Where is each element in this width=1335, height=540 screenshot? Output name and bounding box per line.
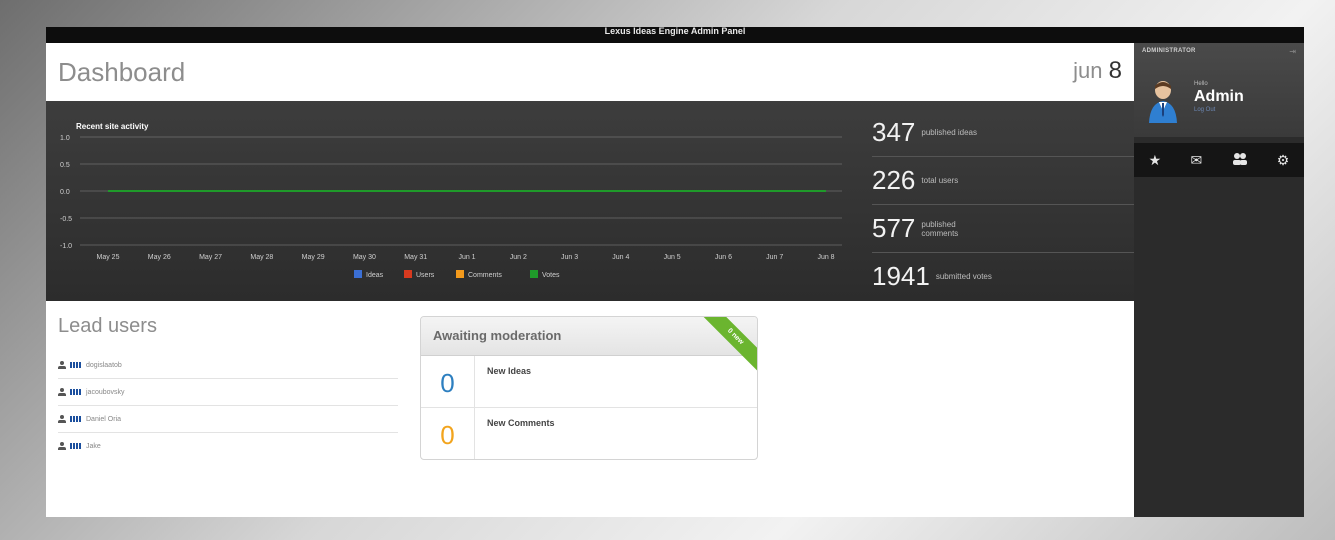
- y-tick-label: 0.0: [60, 189, 70, 196]
- y-tick-label: 0.5: [60, 162, 70, 169]
- stat-value: 1941: [872, 261, 930, 291]
- mail-icon[interactable]: ✉: [1190, 152, 1202, 169]
- legend-swatch: [354, 270, 362, 278]
- lead-user-name[interactable]: Daniel Oria: [86, 416, 121, 423]
- x-tick-label: Jun 4: [612, 254, 629, 261]
- moderation-count: 0: [421, 356, 475, 407]
- x-tick-label: May 30: [353, 254, 376, 261]
- x-tick-label: May 31: [404, 254, 427, 261]
- users-icon[interactable]: [1232, 152, 1248, 169]
- page-title: Dashboard: [58, 57, 186, 87]
- rank-bars: [70, 416, 82, 422]
- activity-chart: Recent site activity 1.0 0.5 0.0 -0.5 -1.0 Ma…: [60, 122, 842, 279]
- x-tick-label: Jun 8: [817, 254, 834, 261]
- legend-label: Comments: [468, 272, 502, 279]
- rank-bars: [70, 443, 82, 449]
- date-day: 8: [1108, 57, 1122, 84]
- list-item[interactable]: dogislaatob: [58, 352, 398, 379]
- stat-label: submitted votes: [935, 272, 992, 281]
- sidebar-icon-bar: ★ ✉ ⚙: [1134, 143, 1304, 177]
- list-item[interactable]: Jake: [58, 433, 398, 459]
- stat-published-ideas: 347 published ideas: [872, 109, 1134, 157]
- logout-link[interactable]: Log Out: [1194, 107, 1215, 113]
- legend-swatch: [404, 270, 412, 278]
- x-tick-label: Jun 3: [561, 254, 578, 261]
- user-icon: [58, 361, 66, 369]
- stat-label: published ideas: [921, 128, 977, 137]
- moderation-panel: Awaiting moderation 0 new 0 New Ideas 0 …: [420, 316, 758, 460]
- x-tick-label: May 26: [148, 254, 171, 261]
- user-icon: [58, 388, 66, 396]
- app-title: Lexus Ideas Engine Admin Panel: [46, 27, 1304, 43]
- admin-box: ADMINISTRATOR ⇥ Hello Admin Log Out: [1134, 43, 1304, 137]
- list-item[interactable]: jacoubovsky: [58, 379, 398, 406]
- y-tick-label: -0.5: [60, 216, 72, 223]
- user-icon: [58, 415, 66, 423]
- activity-panel: Recent site activity 1.0 0.5 0.0 -0.5 -1.0 Ma…: [46, 101, 1134, 301]
- stat-value: 226: [872, 165, 916, 195]
- legend-label: Ideas: [366, 272, 384, 279]
- x-tick-label: Jun 7: [766, 254, 783, 261]
- avatar: [1149, 81, 1177, 123]
- lead-user-name[interactable]: Jake: [86, 443, 101, 450]
- lead-user-name[interactable]: dogislaatob: [86, 362, 122, 369]
- hello-text: Hello: [1194, 81, 1208, 87]
- legend-swatch: [456, 270, 464, 278]
- role-label: ADMINISTRATOR: [1142, 48, 1196, 54]
- moderation-title: Awaiting moderation: [421, 317, 757, 356]
- lead-users-panel: Lead users dogislaatob jacoubovsky Danie…: [58, 315, 398, 459]
- stat-value: 577: [872, 213, 916, 243]
- app-frame: Lexus Ideas Engine Admin Panel Dashboard…: [46, 27, 1304, 517]
- exit-icon[interactable]: ⇥: [1289, 47, 1296, 56]
- x-tick-label: May 29: [302, 254, 325, 261]
- current-date: jun 8: [1073, 57, 1122, 85]
- x-tick-label: Jun 6: [715, 254, 732, 261]
- sidebar: ADMINISTRATOR ⇥ Hello Admin Log Out ★ ✉ …: [1134, 43, 1304, 517]
- page-header: Dashboard jun 8: [46, 43, 1134, 101]
- legend-label: Votes: [542, 272, 560, 279]
- user-icon: [58, 442, 66, 450]
- legend-label: Users: [416, 272, 435, 279]
- lead-users-title: Lead users: [58, 315, 157, 337]
- chart-title: Recent site activity: [76, 122, 149, 131]
- stat-submitted-votes: 1941 submitted votes: [872, 253, 1134, 300]
- date-month: jun: [1073, 58, 1103, 83]
- legend-swatch: [530, 270, 538, 278]
- stat-published-comments: 577 published comments: [872, 205, 1134, 253]
- x-tick-label: May 27: [199, 254, 222, 261]
- star-icon[interactable]: ★: [1149, 152, 1162, 169]
- moderation-label[interactable]: New Comments: [475, 408, 555, 459]
- admin-name: Admin: [1194, 88, 1244, 105]
- stats-panel: 347 published ideas 226 total users 577 …: [872, 109, 1134, 300]
- x-tick-label: Jun 1: [458, 254, 475, 261]
- list-item[interactable]: Daniel Oria: [58, 406, 398, 433]
- moderation-count: 0: [421, 408, 475, 459]
- stat-total-users: 226 total users: [872, 157, 1134, 205]
- rank-bars: [70, 362, 82, 368]
- main-content: Dashboard jun 8 Recent site activity 1.0…: [46, 43, 1134, 517]
- moderation-label[interactable]: New Ideas: [475, 356, 531, 407]
- stat-label: published comments: [921, 219, 959, 238]
- y-tick-label: 1.0: [60, 135, 70, 142]
- moderation-row-ideas[interactable]: 0 New Ideas: [421, 356, 757, 408]
- x-tick-label: May 25: [97, 254, 120, 261]
- x-tick-label: Jun 5: [664, 254, 681, 261]
- rank-bars: [70, 389, 82, 395]
- x-tick-label: Jun 2: [510, 254, 527, 261]
- stat-label: total users: [921, 176, 959, 185]
- stat-value: 347: [872, 117, 916, 147]
- x-tick-label: May 28: [250, 254, 273, 261]
- y-tick-label: -1.0: [60, 243, 72, 250]
- lead-user-name[interactable]: jacoubovsky: [86, 389, 125, 396]
- gear-icon[interactable]: ⚙: [1277, 152, 1290, 169]
- moderation-row-comments[interactable]: 0 New Comments: [421, 408, 757, 459]
